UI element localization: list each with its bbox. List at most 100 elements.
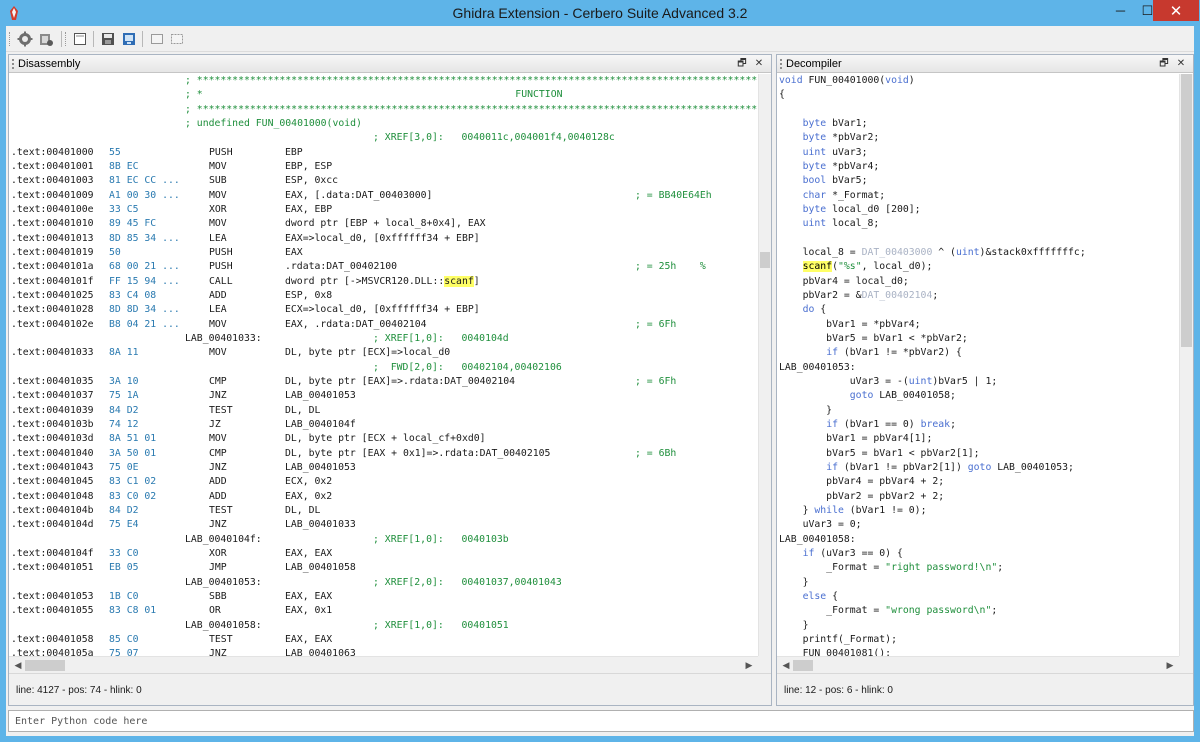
disassembly-line[interactable]: .text:0040105a 75 07 JNZ LAB_00401063 — [9, 647, 758, 656]
disassembly-line[interactable]: .text:0040103d 8A 51 01 MOV DL, byte ptr [E… — [9, 432, 758, 446]
scroll-left-icon[interactable]: ◀ — [11, 658, 25, 672]
decompiler-line[interactable]: uint local_8; — [779, 217, 880, 231]
disassembly-line[interactable]: .text:00401028 8D 8D 34 ... LEA ECX=>local_… — [9, 303, 758, 317]
disassembly-line[interactable]: .text:00401000 55 PUSH EBP — [9, 146, 758, 160]
close-panel-icon[interactable]: ✕ — [752, 57, 766, 70]
decompiler-line[interactable]: printf(_Format); — [779, 633, 897, 647]
disassembly-line[interactable]: .text:00401051 EB 05 JMP LAB_00401058 — [9, 561, 758, 575]
split-view-icon[interactable] — [148, 30, 166, 48]
disassembly-line[interactable]: .text:0040104d 75 E4 JNZ LAB_00401033 — [9, 518, 758, 532]
save-icon[interactable] — [99, 30, 117, 48]
decompiler-line[interactable]: void FUN_00401000(void) — [779, 74, 915, 88]
settings-gear-icon[interactable] — [16, 30, 34, 48]
decompiler-line[interactable]: goto LAB_00401058; — [779, 389, 956, 403]
disassembly-line[interactable]: .text:0040103b 74 12 JZ LAB_0040104f — [9, 418, 758, 432]
decompiler-line[interactable]: _Format = "wrong password\n"; — [779, 604, 997, 618]
disassembly-line[interactable]: ; * FUNCTION — [9, 88, 758, 102]
disassembly-line[interactable]: .text:00401003 81 EC CC ... SUB ESP, 0xcc — [9, 174, 758, 188]
python-input[interactable] — [8, 710, 1194, 732]
disassembly-line[interactable]: .text:00401043 75 0E JNZ LAB_00401053 — [9, 461, 758, 475]
disassembly-line[interactable]: .text:00401019 50 PUSH EAX — [9, 246, 758, 260]
decompiler-line[interactable]: if (bVar1 == 0) break; — [779, 418, 956, 432]
decompiler-line[interactable]: bVar1 = *pbVar4; — [779, 318, 920, 332]
scroll-left-icon[interactable]: ◀ — [779, 658, 793, 672]
decompiler-line[interactable]: FUN_00401081(); — [779, 647, 892, 656]
disassembly-line[interactable]: .text:00401045 83 C1 02 ADD ECX, 0x2 — [9, 475, 758, 489]
decompiler-line[interactable]: } — [779, 576, 809, 590]
minimize-button[interactable]: ─ — [1107, 0, 1134, 21]
panel-grip[interactable] — [780, 59, 784, 69]
disassembly-line[interactable]: .text:00401033 8A 11 MOV DL, byte ptr [ECX]… — [9, 346, 758, 360]
disassembly-view[interactable]: ; **************************************… — [9, 74, 758, 656]
restore-panel-icon[interactable]: 🗗 — [1157, 57, 1171, 70]
decompiler-line[interactable]: byte *pbVar2; — [779, 131, 880, 145]
disassembly-line[interactable]: .text:00401048 83 C0 02 ADD EAX, 0x2 — [9, 490, 758, 504]
close-panel-icon[interactable]: ✕ — [1174, 57, 1188, 70]
disassembly-line[interactable]: .text:00401001 8B EC MOV EBP, ESP — [9, 160, 758, 174]
scroll-right-icon[interactable]: ▶ — [1163, 658, 1177, 672]
decompiler-line[interactable]: } — [779, 404, 832, 418]
decompiler-line[interactable]: byte *pbVar4; — [779, 160, 880, 174]
disassembly-line[interactable]: ; **************************************… — [9, 103, 758, 117]
layout-view-icon[interactable] — [168, 30, 186, 48]
disassembly-line[interactable]: .text:00401013 8D 85 34 ... LEA EAX=>local_… — [9, 232, 758, 246]
decompiler-line[interactable]: _Format = "right password!\n"; — [779, 561, 1003, 575]
decompiler-line[interactable]: LAB_00401053: — [779, 361, 856, 375]
disassembly-line[interactable]: LAB_0040104f: ; XREF[1,0]: 0040103b — [9, 533, 758, 547]
decompiler-line[interactable]: pbVar2 = &DAT_00402104; — [779, 289, 939, 303]
decompiler-line[interactable]: LAB_00401058: — [779, 533, 856, 547]
decompiler-line[interactable]: } while (bVar1 != 0); — [779, 504, 927, 518]
disassembly-line[interactable]: .text:00401025 83 C4 08 ADD ESP, 0x8 — [9, 289, 758, 303]
decompiler-line[interactable]: bool bVar5; — [779, 174, 868, 188]
disassembly-line[interactable]: LAB_00401053: ; XREF[2,0]: 00401037,00401… — [9, 576, 758, 590]
decompiler-line[interactable]: local_8 = DAT_00403000 ^ (uint)&stack0xf… — [779, 246, 1086, 260]
decompiler-line[interactable]: uint uVar3; — [779, 146, 868, 160]
disassembly-line[interactable]: .text:00401040 3A 50 01 CMP DL, byte ptr [E… — [9, 447, 758, 461]
decompiler-line[interactable]: } — [779, 619, 809, 633]
scrollbar-thumb[interactable] — [1181, 74, 1192, 347]
decompiler-line[interactable]: uVar3 = 0; — [779, 518, 862, 532]
disassembly-line[interactable]: .text:0040102e B8 04 21 ... MOV EAX, .rdata… — [9, 318, 758, 332]
decompiler-line[interactable]: bVar1 = pbVar4[1]; — [779, 432, 932, 446]
decompiler-view[interactable]: void FUN_00401000(void){ byte bVar1; byt… — [777, 74, 1179, 656]
decompiler-line[interactable]: char *_Format; — [779, 189, 886, 203]
disassembly-line[interactable]: .text:0040104f 33 C0 XOR EAX, EAX — [9, 547, 758, 561]
scroll-right-icon[interactable]: ▶ — [742, 658, 756, 672]
decompiler-line[interactable]: pbVar4 = pbVar4 + 2; — [779, 475, 944, 489]
decompiler-line[interactable]: do { — [779, 303, 827, 317]
decompiler-vertical-scrollbar[interactable] — [1179, 74, 1193, 656]
decompiler-line[interactable]: if (bVar1 != *pbVar2) { — [779, 346, 962, 360]
toolbar-grip-2[interactable] — [65, 32, 67, 46]
decompiler-line[interactable]: else { — [779, 590, 838, 604]
decompiler-line[interactable]: bVar5 = bVar1 < pbVar2[1]; — [779, 447, 979, 461]
close-button[interactable]: ✕ — [1153, 0, 1199, 21]
scrollbar-thumb[interactable] — [793, 660, 813, 671]
scrollbar-thumb[interactable] — [760, 252, 770, 268]
decompiler-line[interactable]: if (bVar1 != pbVar2[1]) goto LAB_0040105… — [779, 461, 1074, 475]
disassembly-line[interactable]: .text:00401053 1B C0 SBB EAX, EAX — [9, 590, 758, 604]
disassembly-line[interactable]: .text:0040101f FF 15 94 ... CALL dword ptr … — [9, 275, 758, 289]
decompiler-line[interactable]: byte bVar1; — [779, 117, 868, 131]
decompiler-line[interactable]: { — [779, 88, 785, 102]
decompiler-line[interactable]: if (uVar3 == 0) { — [779, 547, 903, 561]
toolbar-grip[interactable] — [9, 32, 11, 46]
disassembly-line[interactable]: .text:00401010 89 45 FC MOV dword ptr [EBP … — [9, 217, 758, 231]
disassembly-line[interactable]: ; undefined FUN_00401000(void) — [9, 117, 758, 131]
disassembly-line[interactable]: .text:00401037 75 1A JNZ LAB_00401053 — [9, 389, 758, 403]
decompiler-line[interactable]: uVar3 = -(uint)bVar5 | 1; — [779, 375, 997, 389]
decompiler-line[interactable]: byte local_d0 [200]; — [779, 203, 921, 217]
decompiler-line[interactable]: pbVar2 = pbVar2 + 2; — [779, 490, 944, 504]
disassembly-line[interactable]: .text:0040100e 33 C5 XOR EAX, EBP — [9, 203, 758, 217]
panel-grip[interactable] — [12, 59, 16, 69]
scrollbar-thumb[interactable] — [25, 660, 65, 671]
disassembly-line[interactable]: .text:00401009 A1 00 30 ... MOV EAX, [.data… — [9, 189, 758, 203]
disassembly-line[interactable]: ; XREF[3,0]: 0040011c,004001f4,0040128c — [9, 131, 758, 145]
disassembly-vertical-scrollbar[interactable] — [758, 74, 771, 656]
disassembly-line[interactable]: ; **************************************… — [9, 74, 758, 88]
decompiler-line[interactable]: bVar5 = bVar1 < *pbVar2; — [779, 332, 968, 346]
disassembly-line[interactable]: LAB_00401058: ; XREF[1,0]: 00401051 — [9, 619, 758, 633]
disassembly-line[interactable]: LAB_00401033: ; XREF[1,0]: 0040104d — [9, 332, 758, 346]
disassembly-line[interactable]: .text:0040104b 84 D2 TEST DL, DL — [9, 504, 758, 518]
disassembly-line[interactable]: .text:00401035 3A 10 CMP DL, byte ptr [EAX]… — [9, 375, 758, 389]
package-settings-icon[interactable] — [37, 30, 55, 48]
